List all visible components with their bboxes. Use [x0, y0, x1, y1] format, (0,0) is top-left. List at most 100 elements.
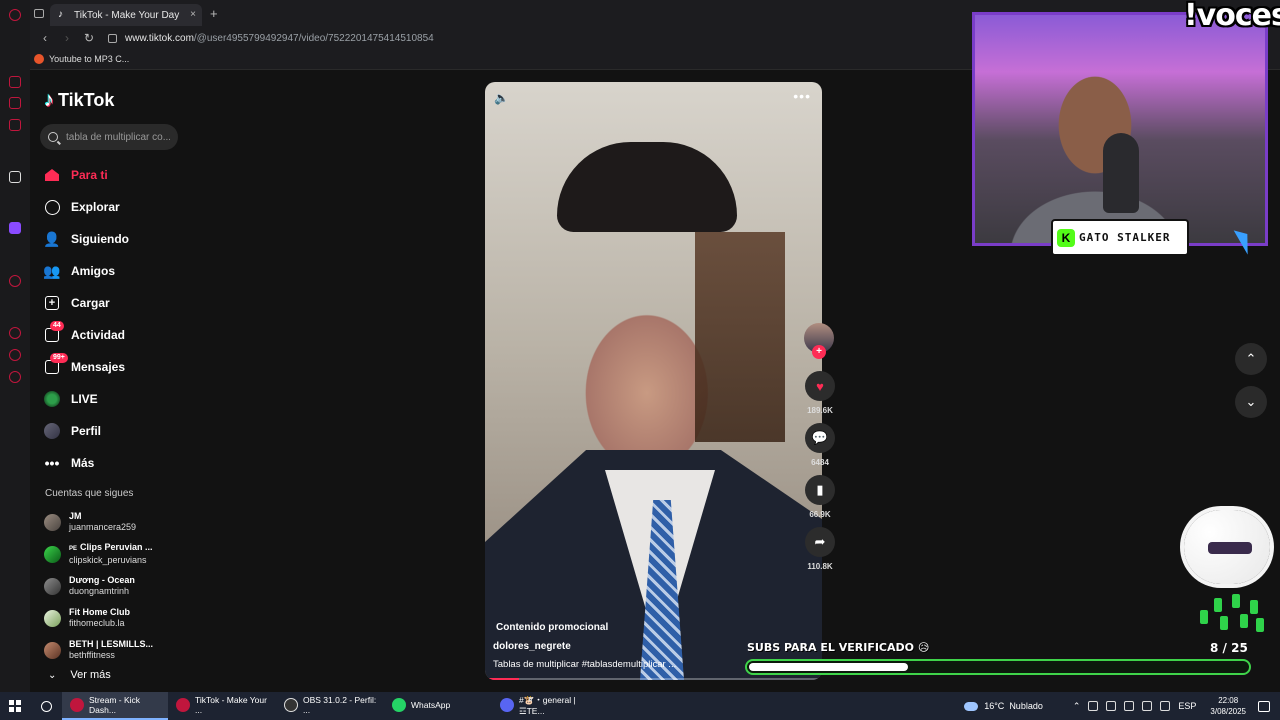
following-name: Clips Peruvian ... [80, 542, 153, 552]
chat-icon[interactable] [1142, 701, 1153, 711]
bookmark-youtube-mp3[interactable]: Youtube to MP3 C... [49, 54, 129, 64]
url-field[interactable]: www.tiktok.com/@user4955799492947/video/… [125, 33, 434, 44]
comment-action[interactable]: 💬 6484 [800, 423, 840, 467]
obs-icon [284, 698, 298, 712]
live-icon [44, 391, 60, 407]
more-options-icon[interactable]: ••• [793, 88, 811, 104]
taskbar-item-stream[interactable]: Stream - Kick Dash... [62, 692, 168, 720]
taskbar-item-label: Stream - Kick Dash... [89, 695, 141, 715]
microphone-icon[interactable] [1106, 701, 1117, 711]
twitch-icon[interactable] [9, 222, 21, 234]
avatar [44, 609, 61, 627]
nav-item-mensajes[interactable]: 99+ Mensajes [44, 351, 214, 383]
tab-tiktok[interactable]: ♪ TikTok - Make Your Day × [50, 4, 202, 26]
share-action[interactable]: ➦ 110.8K [800, 527, 840, 571]
nav-item-para-ti[interactable]: Para ti [44, 159, 214, 191]
subs-goal-bar [745, 659, 1251, 675]
speaker-icon[interactable] [1160, 701, 1171, 711]
sidebar-app-icon[interactable] [9, 76, 21, 88]
home-icon [44, 167, 60, 183]
messages-badge: 99+ [50, 353, 68, 363]
following-item[interactable]: JM juanmancera259 [44, 506, 204, 538]
nav-item-explorar[interactable]: Explorar [44, 191, 214, 223]
notifications-icon[interactable] [1258, 700, 1270, 712]
back-button[interactable]: ‹ [38, 31, 52, 45]
new-tab-button[interactable]: + [210, 6, 218, 21]
nav-item-perfil[interactable]: Perfil [44, 415, 214, 447]
following-name: Fit Home Club [69, 607, 130, 617]
nav-item-cargar[interactable]: + Cargar [44, 287, 214, 319]
nav-label: Más [71, 456, 95, 470]
lock-icon[interactable] [108, 33, 117, 43]
webcam-overlay [972, 12, 1268, 246]
chevron-up-icon[interactable]: ⌃ [1073, 701, 1081, 711]
tiktok-logo-icon: ♪ [44, 89, 54, 111]
like-action[interactable]: ♥ 189.6K [800, 371, 840, 415]
nav-item-mas[interactable]: ••• Más [44, 447, 214, 479]
browser-sidebar [0, 0, 30, 692]
next-video-button[interactable]: ⌄ [1235, 386, 1267, 418]
url-path: /@user4955799492947/video/75222014754145… [193, 32, 434, 44]
nav-label: Cargar [71, 296, 110, 310]
taskbar-search-button[interactable] [30, 692, 62, 720]
weather-widget[interactable]: 16°C Nublado [964, 701, 1043, 711]
following-handle: bethffitness [69, 650, 115, 660]
history-icon[interactable] [9, 327, 21, 339]
following-item[interactable]: PE Clips Peruvian ... clipskick_peruvians [44, 538, 204, 570]
sidebar-app-icon[interactable] [9, 171, 21, 183]
see-more-link[interactable]: ⌄ Ver más [48, 669, 111, 681]
following-icon: 👤 [43, 230, 61, 247]
start-button[interactable] [0, 692, 30, 720]
clock[interactable]: 22:08 3/08/2025 [1210, 695, 1246, 717]
tab-list-icon[interactable] [34, 9, 44, 18]
video-author[interactable]: dolores_negrete [493, 641, 571, 652]
sidebar-app-icon[interactable] [9, 275, 21, 287]
taskbar-item-discord[interactable]: #🐮・general | ☲TE... [492, 692, 600, 720]
language-indicator[interactable]: ESP [1178, 701, 1196, 711]
video-progress[interactable] [485, 678, 822, 680]
streamer-name: GATO STALKER [1079, 231, 1171, 244]
tiktok-logo[interactable]: ♪ TikTok [44, 89, 114, 112]
search-icon[interactable] [48, 132, 58, 142]
taskbar-item-tiktok[interactable]: TikTok - Make Your ... [168, 692, 276, 720]
sidebar-app-icon[interactable] [9, 97, 21, 109]
share-icon: ➦ [814, 534, 826, 549]
video-caption[interactable]: Tablas de multiplicar #tablasdemultiplic… [493, 659, 676, 670]
volume-icon[interactable]: 🔈 [494, 91, 509, 105]
following-item[interactable]: Dương - Ocean duongnamtrinh [44, 570, 204, 602]
tab-title: TikTok - Make Your Day [74, 9, 180, 21]
forward-button[interactable]: › [60, 31, 74, 45]
taskbar-item-obs[interactable]: OBS 31.0.2 - Perfil: ... [276, 692, 384, 720]
settings-icon[interactable] [9, 371, 21, 383]
main-nav: Para ti Explorar 👤 Siguiendo 👥 Amigos + … [43, 159, 214, 479]
streamer-figure [985, 55, 1205, 243]
avatar [44, 577, 61, 595]
nav-item-amigos[interactable]: 👥 Amigos [43, 255, 214, 287]
creator-avatar[interactable]: + [804, 323, 834, 359]
following-name: JM [69, 511, 82, 521]
previous-video-button[interactable]: ⌃ [1235, 343, 1267, 375]
nav-item-live[interactable]: LIVE [44, 383, 214, 415]
following-handle: clipskick_peruvians [69, 555, 147, 565]
sidebar-app-icon[interactable] [9, 119, 21, 131]
nav-item-siguiendo[interactable]: 👤 Siguiendo [43, 223, 214, 255]
nav-label: Mensajes [71, 360, 126, 374]
subs-goal-fill [749, 663, 909, 671]
sidebar-app-icon[interactable] [9, 349, 21, 361]
search-box[interactable] [40, 124, 178, 150]
tray-app-icon[interactable] [1088, 701, 1099, 711]
nav-item-actividad[interactable]: 44 Actividad [44, 319, 214, 351]
share-count: 110.8K [807, 562, 833, 571]
following-item[interactable]: Fit Home Club fithomeclub.la [44, 602, 204, 634]
following-item[interactable]: BETH | LESMILLS... bethffitness [44, 634, 204, 666]
opera-logo-icon[interactable] [9, 9, 21, 21]
taskbar-item-whatsapp[interactable]: WhatsApp [384, 692, 492, 720]
reload-button[interactable]: ↻ [82, 31, 96, 45]
follow-plus-icon[interactable]: + [812, 345, 826, 359]
video-player[interactable]: 🔈 ••• Contenido promocional dolores_negr… [485, 82, 822, 680]
search-input[interactable] [66, 131, 170, 143]
network-icon[interactable] [1124, 701, 1135, 711]
save-action[interactable]: ▮ 66.9K [800, 475, 840, 519]
close-tab-icon[interactable]: × [190, 9, 196, 20]
system-tray: 16°C Nublado ⌃ ESP 22:08 3/08/2025 [964, 692, 1280, 720]
